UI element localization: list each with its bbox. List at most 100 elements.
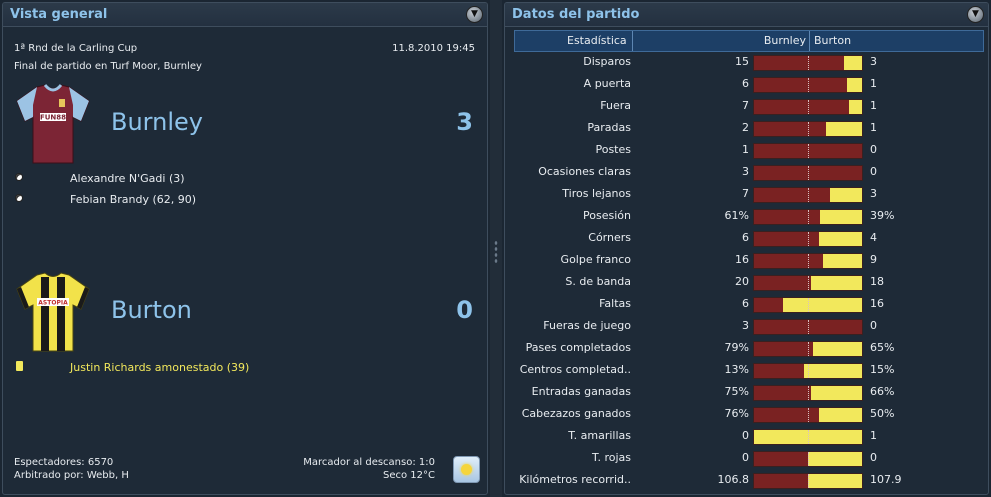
- stat-midline: [808, 276, 809, 290]
- stat-comparison-bar: [753, 55, 863, 71]
- yellow-card-icon: [16, 361, 23, 371]
- panel-menu-chevron-icon[interactable]: ▼: [967, 6, 984, 23]
- stat-midline: [808, 56, 809, 70]
- stat-midline: [808, 452, 809, 466]
- home-scorer-1[interactable]: Alexandre N'Gadi (3): [70, 172, 185, 185]
- stat-home-value: 0: [742, 451, 749, 464]
- stat-row: Faltas 6 16: [505, 294, 988, 316]
- goal-ball-icon: [15, 194, 23, 202]
- stat-label: Faltas: [599, 297, 631, 310]
- stat-away-value: 1: [870, 121, 877, 134]
- weather-sun-icon: [453, 456, 480, 483]
- match-stats-panel: Datos del partido ▼ Estadística Burnley …: [504, 2, 989, 495]
- stat-row: Paradas 2 1: [505, 118, 988, 140]
- stat-label: Golpe franco: [560, 253, 631, 266]
- stat-home-value: 106.8: [717, 473, 750, 486]
- stat-home-fill: [754, 386, 811, 400]
- stat-midline: [808, 320, 809, 334]
- stat-midline: [808, 474, 809, 488]
- stat-label: Disparos: [583, 55, 631, 68]
- stat-comparison-bar: [753, 77, 863, 93]
- stat-away-value: 0: [870, 451, 877, 464]
- stat-midline: [808, 232, 809, 246]
- competition-label: 1ª Rnd de la Carling Cup: [14, 43, 138, 54]
- stat-home-value: 1: [742, 143, 749, 156]
- column-header-away[interactable]: Burton: [814, 34, 851, 47]
- stat-row: Posesión 61% 39%: [505, 206, 988, 228]
- stat-home-value: 16: [735, 253, 749, 266]
- panel-menu-chevron-icon[interactable]: ▼: [466, 6, 483, 23]
- stat-comparison-bar: [753, 363, 863, 379]
- stat-home-value: 3: [742, 165, 749, 178]
- stat-home-fill: [754, 100, 849, 114]
- stat-home-value: 3: [742, 319, 749, 332]
- away-score: 0: [456, 296, 473, 324]
- halftime-score: Marcador al descanso: 1:0: [303, 457, 435, 468]
- stat-label: S. de banda: [565, 275, 631, 288]
- result-line: Final de partido en Turf Moor, Burnley: [14, 61, 202, 72]
- stat-away-value: 0: [870, 143, 877, 156]
- away-kit-shirt-icon: ASTOPIA: [16, 272, 90, 352]
- stat-comparison-bar: [753, 165, 863, 181]
- stat-away-value: 9: [870, 253, 877, 266]
- stat-away-value: 4: [870, 231, 877, 244]
- stat-row: Tiros lejanos 7 3: [505, 184, 988, 206]
- stat-away-value: 15%: [870, 363, 895, 376]
- stat-label: Pases completados: [525, 341, 631, 354]
- column-header-home[interactable]: Burnley: [764, 34, 806, 47]
- stat-home-value: 0: [742, 429, 749, 442]
- stat-away-value: 39%: [870, 209, 895, 222]
- stat-midline: [808, 122, 809, 136]
- stat-home-value: 6: [742, 77, 749, 90]
- stat-row: Córners 6 4: [505, 228, 988, 250]
- away-booking-1[interactable]: Justin Richards amonestado (39): [70, 361, 249, 374]
- stat-away-value: 16: [870, 297, 884, 310]
- stat-label: Cabezazos ganados: [521, 407, 631, 420]
- stat-home-fill: [754, 56, 844, 70]
- stat-comparison-bar: [753, 385, 863, 401]
- away-team-name[interactable]: Burton: [111, 296, 192, 324]
- stat-label: Posesión: [583, 209, 631, 222]
- stat-row: Cabezazos ganados 76% 50%: [505, 404, 988, 426]
- stat-home-value: 75%: [724, 385, 749, 398]
- stat-away-value: 50%: [870, 407, 895, 420]
- stat-home-value: 76%: [724, 407, 749, 420]
- stat-comparison-bar: [753, 253, 863, 269]
- stat-label: Centros completad..: [519, 363, 631, 376]
- home-scorer-2[interactable]: Febian Brandy (62, 90): [70, 193, 196, 206]
- stat-home-value: 7: [742, 99, 749, 112]
- stat-away-value: 1: [870, 99, 877, 112]
- stat-midline: [808, 166, 809, 180]
- stat-comparison-bar: [753, 187, 863, 203]
- stat-comparison-bar: [753, 451, 863, 467]
- stat-label: T. rojas: [592, 451, 631, 464]
- stat-midline: [808, 78, 809, 92]
- stat-label: Postes: [595, 143, 631, 156]
- weather-text: Seco 12°C: [382, 470, 435, 481]
- stat-home-value: 6: [742, 297, 749, 310]
- overview-header: Vista general ▼: [3, 3, 487, 27]
- svg-text:FUN88: FUN88: [40, 114, 66, 122]
- stat-comparison-bar: [753, 341, 863, 357]
- match-datetime: 11.8.2010 19:45: [392, 43, 475, 54]
- stat-comparison-bar: [753, 121, 863, 137]
- stat-away-value: 1: [870, 77, 877, 90]
- referee[interactable]: Arbitrado por: Webb, H: [14, 470, 129, 481]
- stat-home-value: 2: [742, 121, 749, 134]
- stat-away-value: 65%: [870, 341, 895, 354]
- stat-label: A puerta: [583, 77, 631, 90]
- stat-home-fill: [754, 254, 823, 268]
- stat-away-value: 3: [870, 55, 877, 68]
- stat-home-fill: [754, 298, 783, 312]
- home-team-name[interactable]: Burnley: [111, 108, 203, 136]
- column-header-stat[interactable]: Estadística: [567, 34, 627, 47]
- stat-comparison-bar: [753, 407, 863, 423]
- stat-comparison-bar: [753, 143, 863, 159]
- stat-midline: [808, 386, 809, 400]
- stat-home-fill: [754, 232, 819, 246]
- home-kit-shirt-icon: FUN88: [16, 84, 90, 164]
- home-score: 3: [456, 108, 473, 136]
- panel-splitter[interactable]: [490, 0, 502, 497]
- overview-title: Vista general: [10, 7, 108, 22]
- stat-home-value: 61%: [724, 209, 749, 222]
